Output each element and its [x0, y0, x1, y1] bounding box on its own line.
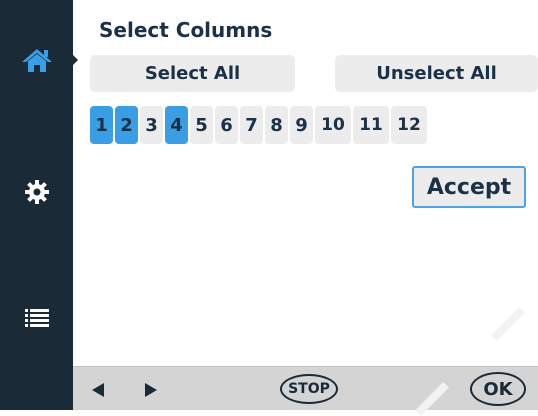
- column-toggle-4[interactable]: 4: [165, 106, 188, 144]
- column-toggle-1[interactable]: 1: [90, 106, 113, 144]
- ok-button[interactable]: OK: [470, 372, 526, 406]
- arrow-right-icon[interactable]: [145, 383, 157, 397]
- select-all-button[interactable]: Select All: [90, 55, 295, 92]
- page-title: Select Columns: [99, 18, 273, 42]
- main-panel: Select Columns Select All Unselect All 1…: [73, 0, 538, 366]
- column-toggle-8[interactable]: 8: [265, 106, 288, 144]
- unselect-all-button[interactable]: Unselect All: [335, 55, 538, 92]
- sidebar: [0, 0, 73, 410]
- home-icon: [21, 49, 52, 72]
- column-toggle-7[interactable]: 7: [240, 106, 263, 144]
- accept-button[interactable]: Accept: [412, 166, 526, 208]
- column-toggle-11[interactable]: 11: [353, 106, 389, 144]
- active-indicator: [70, 52, 78, 68]
- column-toggle-3[interactable]: 3: [140, 106, 163, 144]
- sidebar-item-list[interactable]: [0, 300, 73, 336]
- column-selector: 1 2 3 4 5 6 7 8 9 10 11 12: [90, 106, 427, 144]
- gear-icon: [24, 180, 49, 204]
- list-icon: [24, 309, 49, 327]
- column-toggle-5[interactable]: 5: [190, 106, 213, 144]
- sidebar-item-settings[interactable]: [0, 172, 73, 212]
- column-toggle-12[interactable]: 12: [391, 106, 427, 144]
- column-toggle-2[interactable]: 2: [115, 106, 138, 144]
- sidebar-item-home[interactable]: [0, 40, 73, 80]
- stop-button[interactable]: STOP: [280, 374, 338, 404]
- arrow-left-icon[interactable]: [92, 383, 104, 397]
- column-toggle-6[interactable]: 6: [215, 106, 238, 144]
- column-toggle-9[interactable]: 9: [290, 106, 313, 144]
- column-toggle-10[interactable]: 10: [315, 106, 351, 144]
